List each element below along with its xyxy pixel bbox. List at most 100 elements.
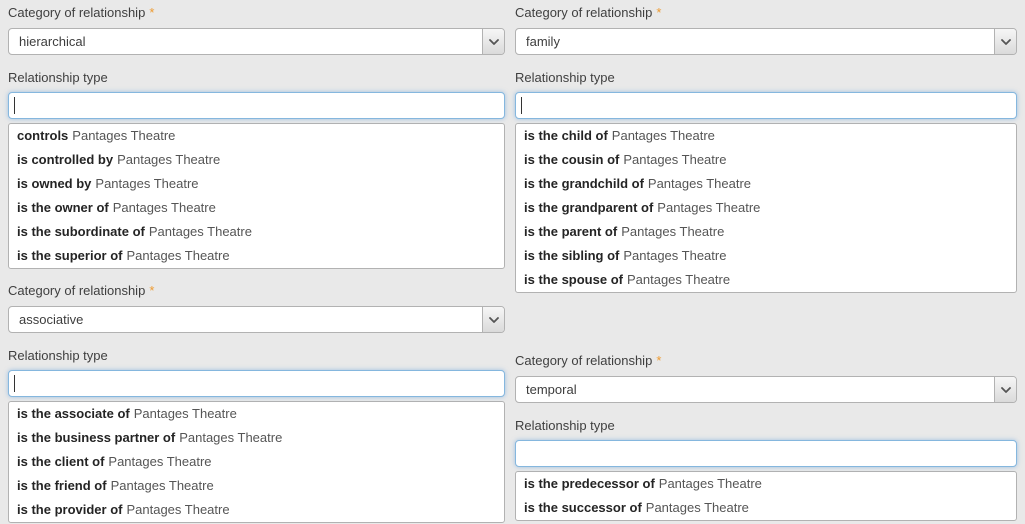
suggestion-item[interactable]: is the business partner ofPantages Theat… [9, 426, 504, 450]
suggestion-term: is the child of [524, 128, 608, 143]
text-caret [14, 97, 15, 114]
suggestion-item[interactable]: is the provider of Pantages Theatre [9, 498, 504, 522]
category-select-value: temporal [516, 377, 1016, 402]
chevron-down-icon [994, 29, 1016, 54]
suggestion-target: Pantages Theatre [623, 248, 726, 263]
relationship-type-input[interactable] [8, 92, 505, 119]
suggestion-target: Pantages Theatre [623, 152, 726, 167]
relationship-form-temporal: Category of relationship* temporal Relat… [515, 353, 1017, 521]
suggestion-target: Pantages Theatre [621, 224, 724, 239]
suggestions-list: controlsPantages Theatre is controlled b… [8, 123, 505, 269]
suggestions-list: is the child of Pantages Theatre is the c… [515, 123, 1017, 293]
category-select[interactable]: hierarchical [8, 28, 505, 55]
suggestion-item[interactable]: is the subordinate of Pantages Theatre [9, 220, 504, 244]
suggestion-item[interactable]: is the superior of Pantages Theatre [9, 244, 504, 268]
required-asterisk: * [149, 283, 154, 298]
suggestion-target: Pantages Theatre [72, 128, 175, 143]
suggestion-item[interactable]: controlsPantages Theatre [9, 124, 504, 148]
suggestion-target: Pantages Theatre [646, 500, 749, 515]
relationship-form-family: Category of relationship * family Relatio… [515, 5, 1017, 293]
suggestion-target: Pantages Theatre [111, 478, 214, 493]
required-asterisk: * [656, 5, 661, 20]
suggestion-item[interactable]: is the cousin of Pantages Theatre [516, 148, 1016, 172]
required-asterisk: * [656, 353, 661, 368]
category-label-text: Category of relationship [8, 5, 145, 20]
suggestion-item[interactable]: is owned by Pantages Theatre [9, 172, 504, 196]
suggestion-target: Pantages Theatre [108, 454, 211, 469]
suggestion-target: Pantages Theatre [149, 224, 252, 239]
suggestion-term: is the provider of [17, 502, 122, 517]
chevron-down-icon [482, 307, 504, 332]
suggestions-list: is the predecessor of Pantages Theatre is… [515, 471, 1017, 521]
suggestion-term: is the parent of [524, 224, 617, 239]
suggestion-item[interactable]: is the spouse of Pantages Theatre [516, 268, 1016, 292]
category-label: Category of relationship * [8, 5, 505, 23]
relationship-type-input[interactable] [515, 92, 1017, 119]
relationship-type-label: Relationship type [8, 70, 505, 88]
suggestion-term: is the cousin of [524, 152, 619, 167]
suggestion-item[interactable]: is the parent of Pantages Theatre [516, 220, 1016, 244]
suggestion-item[interactable]: is the owner of Pantages Theatre [9, 196, 504, 220]
suggestion-target: Pantages Theatre [612, 128, 715, 143]
category-select-value: family [516, 29, 1016, 54]
relationship-type-input[interactable] [8, 370, 505, 397]
required-asterisk: * [149, 5, 154, 20]
suggestion-target: Pantages Theatre [117, 152, 220, 167]
text-caret [14, 375, 15, 392]
suggestion-target: Pantages Theatre [659, 476, 762, 491]
chevron-down-icon [482, 29, 504, 54]
suggestion-term: is the subordinate of [17, 224, 145, 239]
suggestion-item[interactable]: is the grandchild of Pantages Theatre [516, 172, 1016, 196]
suggestion-item[interactable]: is the friend of Pantages Theatre [9, 474, 504, 498]
suggestion-term: is the owner of [17, 200, 109, 215]
suggestion-term: is the grandparent of [524, 200, 653, 215]
suggestion-item[interactable]: is the predecessor of Pantages Theatre [516, 472, 1016, 496]
suggestion-term: is the client of [17, 454, 104, 469]
suggestion-term: is the sibling of [524, 248, 619, 263]
suggestion-term: is the predecessor of [524, 476, 655, 491]
category-label: Category of relationship * [8, 283, 505, 301]
relationship-type-input[interactable] [515, 440, 1017, 467]
category-select-value: associative [9, 307, 504, 332]
suggestion-item[interactable]: is controlled byPantages Theatre [9, 148, 504, 172]
relationship-type-label: Relationship type [515, 70, 1017, 88]
suggestion-target: Pantages Theatre [126, 248, 229, 263]
suggestion-target: Pantages Theatre [95, 176, 198, 191]
relationship-form-hierarchical: Category of relationship * hierarchical R… [8, 5, 505, 269]
suggestions-list: is the associate of Pantages Theatre is t… [8, 401, 505, 523]
category-label-text: Category of relationship [8, 283, 145, 298]
suggestion-target: Pantages Theatre [134, 406, 237, 421]
category-select-value: hierarchical [9, 29, 504, 54]
relationship-type-input-wrap [8, 370, 505, 397]
category-label-text: Category of relationship [515, 5, 652, 20]
suggestion-item[interactable]: is the successor ofPantages Theatre [516, 496, 1016, 520]
suggestion-item[interactable]: is the associate of Pantages Theatre [9, 402, 504, 426]
relationship-type-input-wrap [515, 92, 1017, 119]
relationship-type-input-wrap [515, 440, 1017, 467]
suggestion-target: Pantages Theatre [657, 200, 760, 215]
suggestion-term: is the grandchild of [524, 176, 644, 191]
relationship-type-label: Relationship type [515, 418, 1017, 436]
suggestion-term: is owned by [17, 176, 91, 191]
suggestion-term: is the business partner of [17, 430, 175, 445]
category-select[interactable]: associative [8, 306, 505, 333]
suggestion-item[interactable]: is the sibling of Pantages Theatre [516, 244, 1016, 268]
suggestion-term: is the associate of [17, 406, 130, 421]
suggestion-item[interactable]: is the child of Pantages Theatre [516, 124, 1016, 148]
category-select[interactable]: temporal [515, 376, 1017, 403]
suggestion-target: Pantages Theatre [627, 272, 730, 287]
suggestion-term: is the superior of [17, 248, 122, 263]
relationship-form-associative: Category of relationship* associative Re… [8, 283, 505, 523]
suggestion-target: Pantages Theatre [126, 502, 229, 517]
suggestion-target: Pantages Theatre [113, 200, 216, 215]
suggestion-target: Pantages Theatre [648, 176, 751, 191]
suggestion-item[interactable]: is the grandparent of Pantages Theatre [516, 196, 1016, 220]
category-label: Category of relationship * [515, 5, 1017, 23]
category-select[interactable]: family [515, 28, 1017, 55]
text-caret [521, 97, 522, 114]
chevron-down-icon [994, 377, 1016, 402]
suggestion-term: is the spouse of [524, 272, 623, 287]
suggestion-term: is the friend of [17, 478, 107, 493]
suggestion-item[interactable]: is the client of Pantages Theatre [9, 450, 504, 474]
category-label: Category of relationship* [515, 353, 1017, 371]
